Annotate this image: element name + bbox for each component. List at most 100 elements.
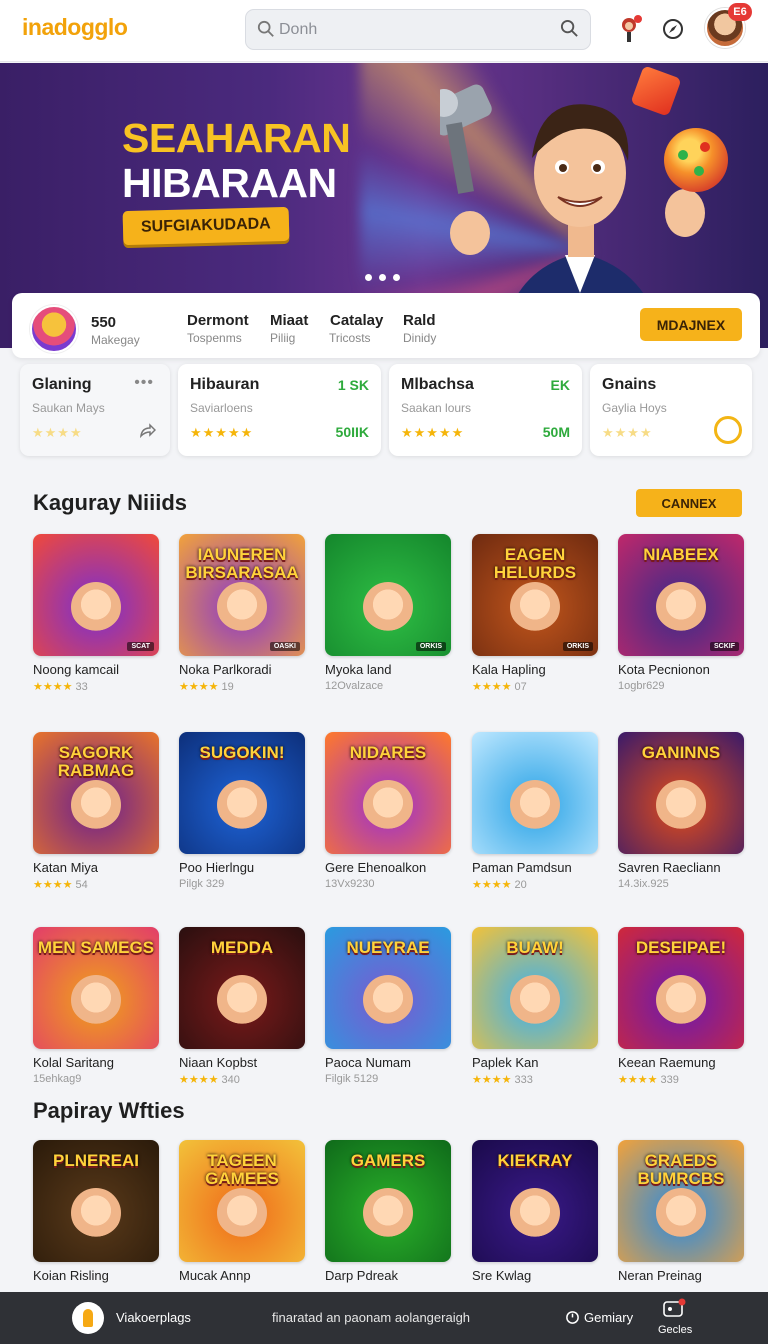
game-character-art	[217, 780, 267, 830]
game-thumbnail[interactable]: DESEIPAE!	[618, 927, 744, 1049]
games-icon[interactable]	[662, 1298, 686, 1320]
game-title[interactable]: Noka Parlkoradi	[179, 662, 305, 677]
game-thumbnail[interactable]: GAMERS	[325, 1140, 451, 1262]
game-title[interactable]: Niaan Kopbst	[179, 1055, 305, 1070]
more-options-icon[interactable]: •••	[134, 374, 154, 392]
game-thumbnail[interactable]: NIDARES	[325, 732, 451, 854]
game-meta: ★★★★ 340	[179, 1073, 305, 1086]
carousel-dot[interactable]	[379, 274, 386, 281]
game-thumbnail[interactable]: KIEKRAY	[472, 1140, 598, 1262]
game-tile[interactable]: DESEIPAE! Keean Raemung ★★★★ 339	[618, 927, 744, 1086]
game-tile[interactable]: IAUNEREN BIRSARASAA OASKI Noka Parlkoradi ★…	[179, 534, 305, 693]
stat-value[interactable]: Catalay	[330, 312, 383, 329]
game-tile[interactable]: TAGEEN GAMEES Mucak Annp	[179, 1140, 305, 1283]
game-thumbnail[interactable]: TAGEEN GAMEES	[179, 1140, 305, 1262]
game-thumbnail[interactable]: ORKIS	[325, 534, 451, 656]
stat-value[interactable]: Rald	[403, 312, 436, 329]
game-tile[interactable]: GRAEDS BUMRCBS Neran Preinag	[618, 1140, 744, 1283]
game-title[interactable]: Koian Risling	[33, 1268, 159, 1283]
stat-value[interactable]: Miaat	[270, 312, 308, 329]
game-tile[interactable]: NIABEEX SCKIF Kota Pecnionon 1ogbr629	[618, 534, 744, 692]
game-thumbnail[interactable]: MEN SAMEGS	[33, 927, 159, 1049]
game-tile[interactable]: Paman Pamdsun ★★★★ 20	[472, 732, 598, 891]
section-action-button[interactable]: CANNEX	[636, 489, 742, 517]
game-tile[interactable]: KIEKRAY Sre Kwlag	[472, 1140, 598, 1283]
search-input[interactable]	[279, 18, 549, 42]
card-subtitle: Saukan Mays	[32, 401, 105, 415]
game-title[interactable]: Kala Hapling	[472, 662, 598, 677]
game-thumbnail[interactable]: GANINNS	[618, 732, 744, 854]
carousel-dots[interactable]	[365, 268, 409, 281]
game-title[interactable]: Myoka land	[325, 662, 451, 677]
summary-card[interactable]: Glaning Saukan Mays ★★★★ •••	[20, 364, 170, 456]
game-title[interactable]: Sre Kwlag	[472, 1268, 598, 1283]
game-tile[interactable]: NUEYRAE Paoca Numam Filgik 5129	[325, 927, 451, 1085]
game-tile[interactable]: EAGEN HELURDS ORKIS Kala Hapling ★★★★ 07	[472, 534, 598, 693]
game-tile[interactable]: GAMERS Darp Pdreak	[325, 1140, 451, 1283]
game-thumbnail[interactable]: BUAW!	[472, 927, 598, 1049]
game-tile[interactable]: NIDARES Gere Ehenoalkon 13Vx9230	[325, 732, 451, 890]
game-title[interactable]: Noong kamcail	[33, 662, 159, 677]
carousel-dot[interactable]	[365, 274, 372, 281]
game-thumbnail[interactable]: SCAT	[33, 534, 159, 656]
game-tile[interactable]: PLNEREAI Koian Risling	[33, 1140, 159, 1283]
game-title[interactable]: Katan Miya	[33, 860, 159, 875]
bottom-bar-right-label[interactable]: Gemiary	[584, 1310, 633, 1325]
game-thumbnail[interactable]	[472, 732, 598, 854]
game-tile[interactable]: SUGOKIN! Poo Hierlngu Pilgk 329	[179, 732, 305, 890]
game-title[interactable]: Darp Pdreak	[325, 1268, 451, 1283]
carousel-dot[interactable]	[393, 274, 400, 281]
game-title[interactable]: Savren Raecliann	[618, 860, 744, 875]
game-meta-value: Filgik 5129	[325, 1073, 379, 1085]
summary-card[interactable]: Mlbachsa Saakan lours ★★★★★ EK 50M	[389, 364, 582, 456]
game-thumbnail[interactable]: NIABEEX SCKIF	[618, 534, 744, 656]
game-title[interactable]: Gere Ehenoalkon	[325, 860, 451, 875]
game-character-art	[71, 975, 121, 1025]
hero-cta-button[interactable]: SUFGIAKUDADA	[122, 206, 290, 246]
game-thumbnail[interactable]: SUGOKIN!	[179, 732, 305, 854]
share-icon[interactable]	[138, 422, 156, 440]
card-subtitle: Gaylia Hoys	[602, 401, 667, 415]
search-submit-icon[interactable]	[560, 19, 579, 38]
game-thumbnail[interactable]: NUEYRAE	[325, 927, 451, 1049]
game-title[interactable]: Neran Preinag	[618, 1268, 744, 1283]
summary-card[interactable]: Gnains Gaylia Hoys ★★★★	[590, 364, 752, 456]
search-icon	[257, 20, 274, 37]
game-tile[interactable]: GANINNS Savren Raecliann 14.3ix.925	[618, 732, 744, 890]
game-tile[interactable]: MEN SAMEGS Kolal Saritang 15ehkag9	[33, 927, 159, 1085]
brand-badge[interactable]	[30, 305, 78, 353]
game-title[interactable]: Keean Raemung	[618, 1055, 744, 1070]
game-title[interactable]: Mucak Annp	[179, 1268, 305, 1283]
game-meta-value: Pilgk 329	[179, 878, 225, 890]
game-tile[interactable]: BUAW! Paplek Kan ★★★★ 333	[472, 927, 598, 1086]
stats-action-button[interactable]: MDAJNEX	[640, 308, 742, 341]
summary-card[interactable]: Hibauran Saviarloens ★★★★★ 1 SK 50IIK	[178, 364, 381, 456]
mascot-notification-icon[interactable]	[615, 14, 645, 44]
game-tile[interactable]: SAGORK RABMAG Katan Miya ★★★★ 54	[33, 732, 159, 891]
search-bar[interactable]	[245, 9, 591, 50]
card-title: Mlbachsa	[401, 376, 474, 393]
app-logo[interactable]: inadogglo	[22, 14, 128, 41]
game-tile[interactable]: SCAT Noong kamcail ★★★★ 33	[33, 534, 159, 693]
game-thumbnail[interactable]: EAGEN HELURDS ORKIS	[472, 534, 598, 656]
game-thumbnail[interactable]: PLNEREAI	[33, 1140, 159, 1262]
game-title[interactable]: Kolal Saritang	[33, 1055, 159, 1070]
game-meta: Pilgk 329	[179, 878, 305, 890]
game-title[interactable]: Paplek Kan	[472, 1055, 598, 1070]
game-title[interactable]: Paman Pamdsun	[472, 860, 598, 875]
game-thumbnail[interactable]: GRAEDS BUMRCBS	[618, 1140, 744, 1262]
game-tile[interactable]: ORKIS Myoka land 12Ovalzace	[325, 534, 451, 692]
compass-icon[interactable]	[658, 14, 688, 44]
game-title[interactable]: Kota Pecnionon	[618, 662, 744, 677]
game-title[interactable]: Paoca Numam	[325, 1055, 451, 1070]
card-rating: ★★★★	[602, 425, 653, 440]
games-icon-label[interactable]: Gecles	[658, 1324, 692, 1336]
game-title[interactable]: Poo Hierlngu	[179, 860, 305, 875]
bottom-bar-label[interactable]: Viakoerplags	[116, 1310, 191, 1325]
stat-value[interactable]: Dermont	[187, 312, 249, 329]
game-tile[interactable]: MEDDA Niaan Kopbst ★★★★ 340	[179, 927, 305, 1086]
game-thumbnail[interactable]: SAGORK RABMAG	[33, 732, 159, 854]
app-logo-icon[interactable]	[72, 1302, 104, 1334]
game-thumbnail[interactable]: MEDDA	[179, 927, 305, 1049]
game-thumbnail[interactable]: IAUNEREN BIRSARASAA OASKI	[179, 534, 305, 656]
